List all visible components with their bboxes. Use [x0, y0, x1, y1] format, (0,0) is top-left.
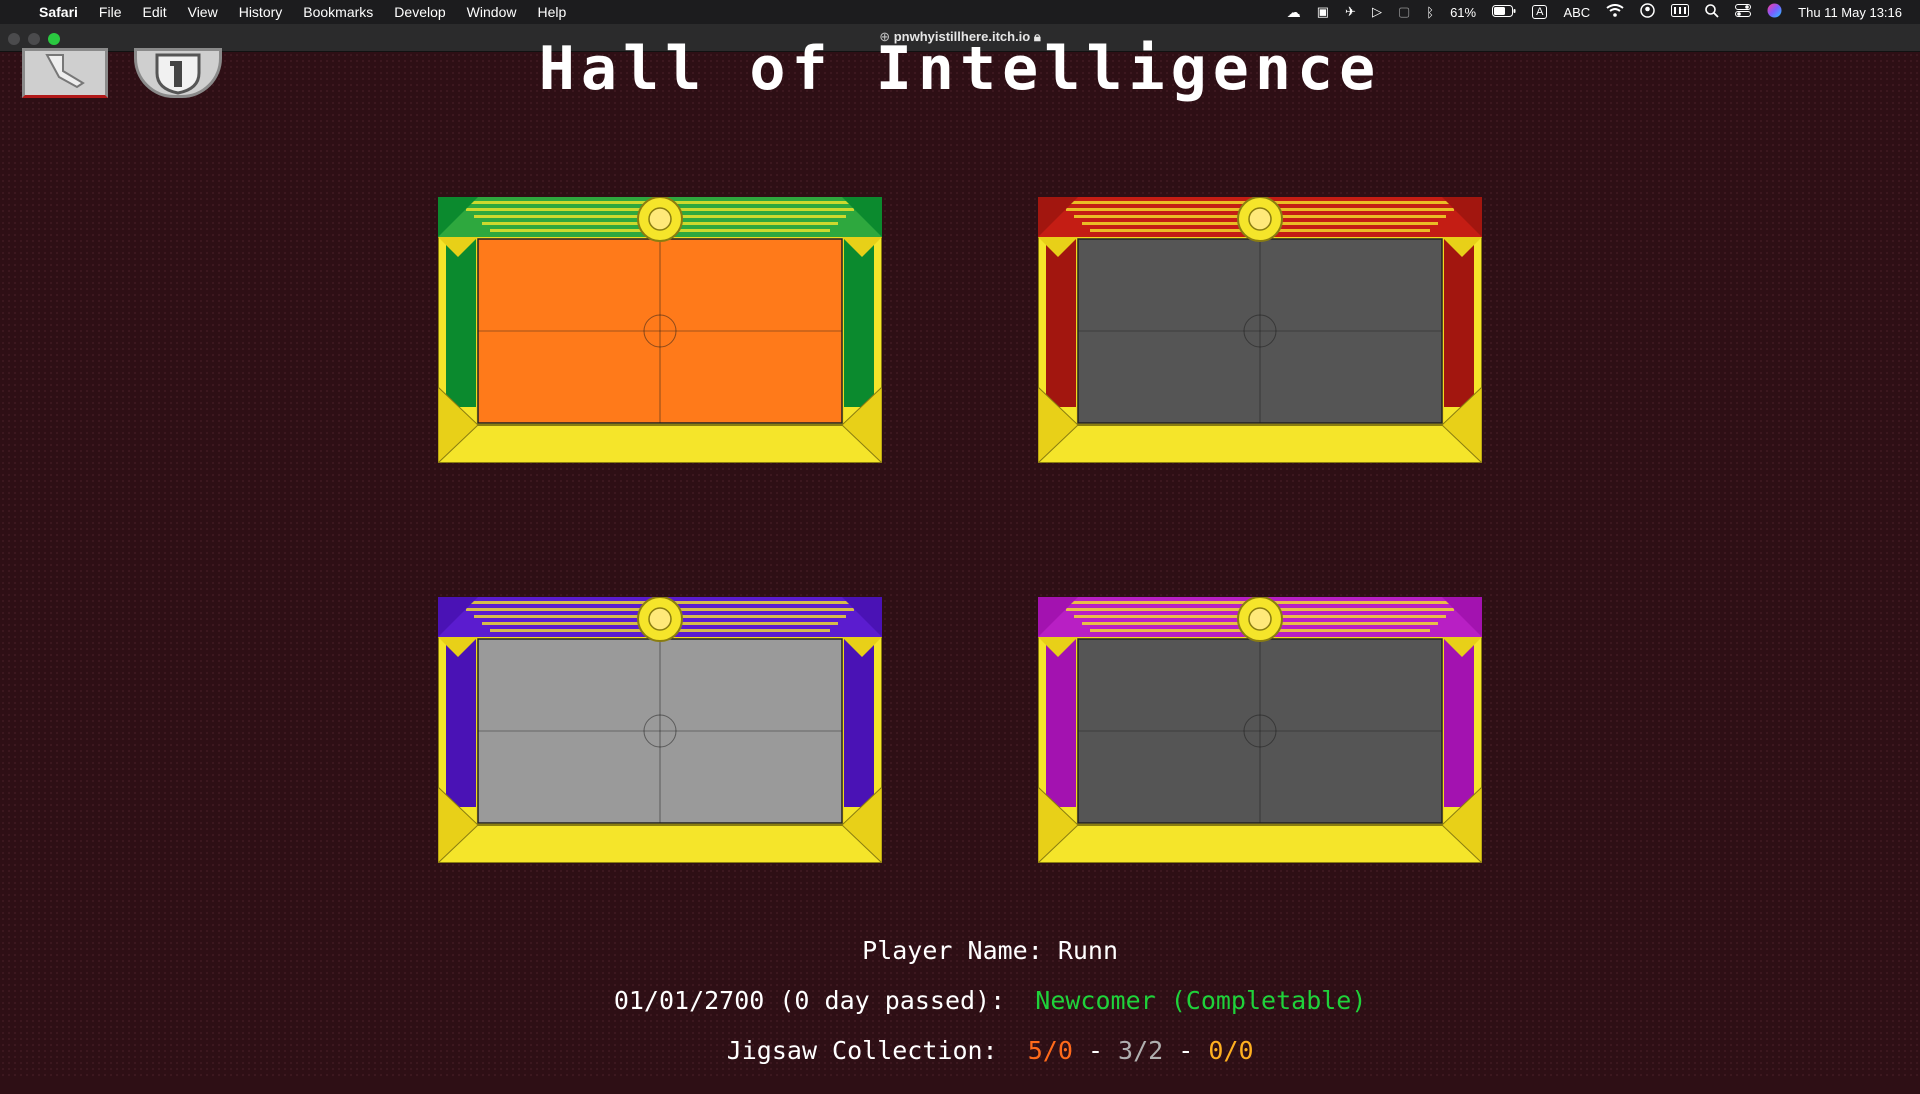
- collection-label: Jigsaw Collection:: [726, 1036, 998, 1065]
- back-arrow-icon: [45, 54, 85, 89]
- bear-emblem: [637, 597, 683, 642]
- bird-icon[interactable]: ✈: [1345, 4, 1356, 20]
- cloud-icon[interactable]: ☁: [1287, 4, 1301, 21]
- puzzle-frame-bear[interactable]: [438, 597, 882, 863]
- menu-bookmarks[interactable]: Bookmarks: [303, 4, 373, 20]
- menu-edit[interactable]: Edit: [142, 4, 166, 20]
- back-button[interactable]: [22, 48, 108, 98]
- clock[interactable]: Thu 11 May 13:16: [1798, 5, 1902, 20]
- search-icon[interactable]: [1705, 3, 1719, 21]
- collection-separator: -: [1072, 1036, 1119, 1065]
- menu-view[interactable]: View: [188, 4, 218, 20]
- shield-info-icon: [155, 53, 201, 95]
- battery-icon[interactable]: [1492, 4, 1516, 20]
- siri-icon[interactable]: [1767, 3, 1782, 21]
- game-canvas: Hall of Intelligence Player Name: Runn 0…: [0, 34, 1920, 1080]
- display-icon[interactable]: ▢: [1398, 4, 1410, 20]
- puzzle-frame-lynx[interactable]: [1038, 597, 1482, 863]
- jigsaw-collection-line: Jigsaw Collection: 5/0 - 3/2 - 0/0: [0, 1007, 1920, 1094]
- page-title: Hall of Intelligence: [538, 34, 1382, 104]
- battery-percent: 61%: [1450, 4, 1477, 20]
- lion-emblem: [1237, 197, 1283, 242]
- info-shield-button[interactable]: [134, 48, 222, 98]
- sun-emblem: [637, 197, 683, 242]
- collection-count-a: 5/0: [1027, 1036, 1073, 1065]
- keyboard-icon[interactable]: [1671, 4, 1690, 20]
- puzzle-frame-sun[interactable]: [438, 197, 882, 463]
- collection-separator: -: [1163, 1036, 1209, 1065]
- menu-develop[interactable]: Develop: [394, 4, 445, 20]
- menu-window[interactable]: Window: [467, 4, 517, 20]
- wifi-icon[interactable]: [1606, 4, 1624, 20]
- control-center-icon[interactable]: [1735, 4, 1752, 20]
- collection-count-b: 3/2: [1118, 1036, 1164, 1065]
- input-source-label[interactable]: ABC: [1563, 5, 1590, 20]
- macos-menu-bar: Safari File Edit View History Bookmarks …: [0, 0, 1920, 24]
- menu-help[interactable]: Help: [537, 4, 566, 20]
- puzzle-frame-lion[interactable]: [1038, 197, 1482, 463]
- menu-history[interactable]: History: [239, 4, 283, 20]
- menu-app-name[interactable]: Safari: [39, 4, 78, 20]
- user-icon[interactable]: [1640, 3, 1655, 21]
- menu-file[interactable]: File: [99, 4, 122, 20]
- collection-count-c: 0/0: [1208, 1036, 1254, 1065]
- screen-record-icon[interactable]: ▣: [1317, 4, 1329, 20]
- play-icon[interactable]: ▷: [1372, 4, 1382, 20]
- input-source-icon[interactable]: A: [1532, 5, 1548, 19]
- lynx-emblem: [1237, 597, 1283, 642]
- bluetooth-icon[interactable]: ᛒ: [1426, 5, 1434, 20]
